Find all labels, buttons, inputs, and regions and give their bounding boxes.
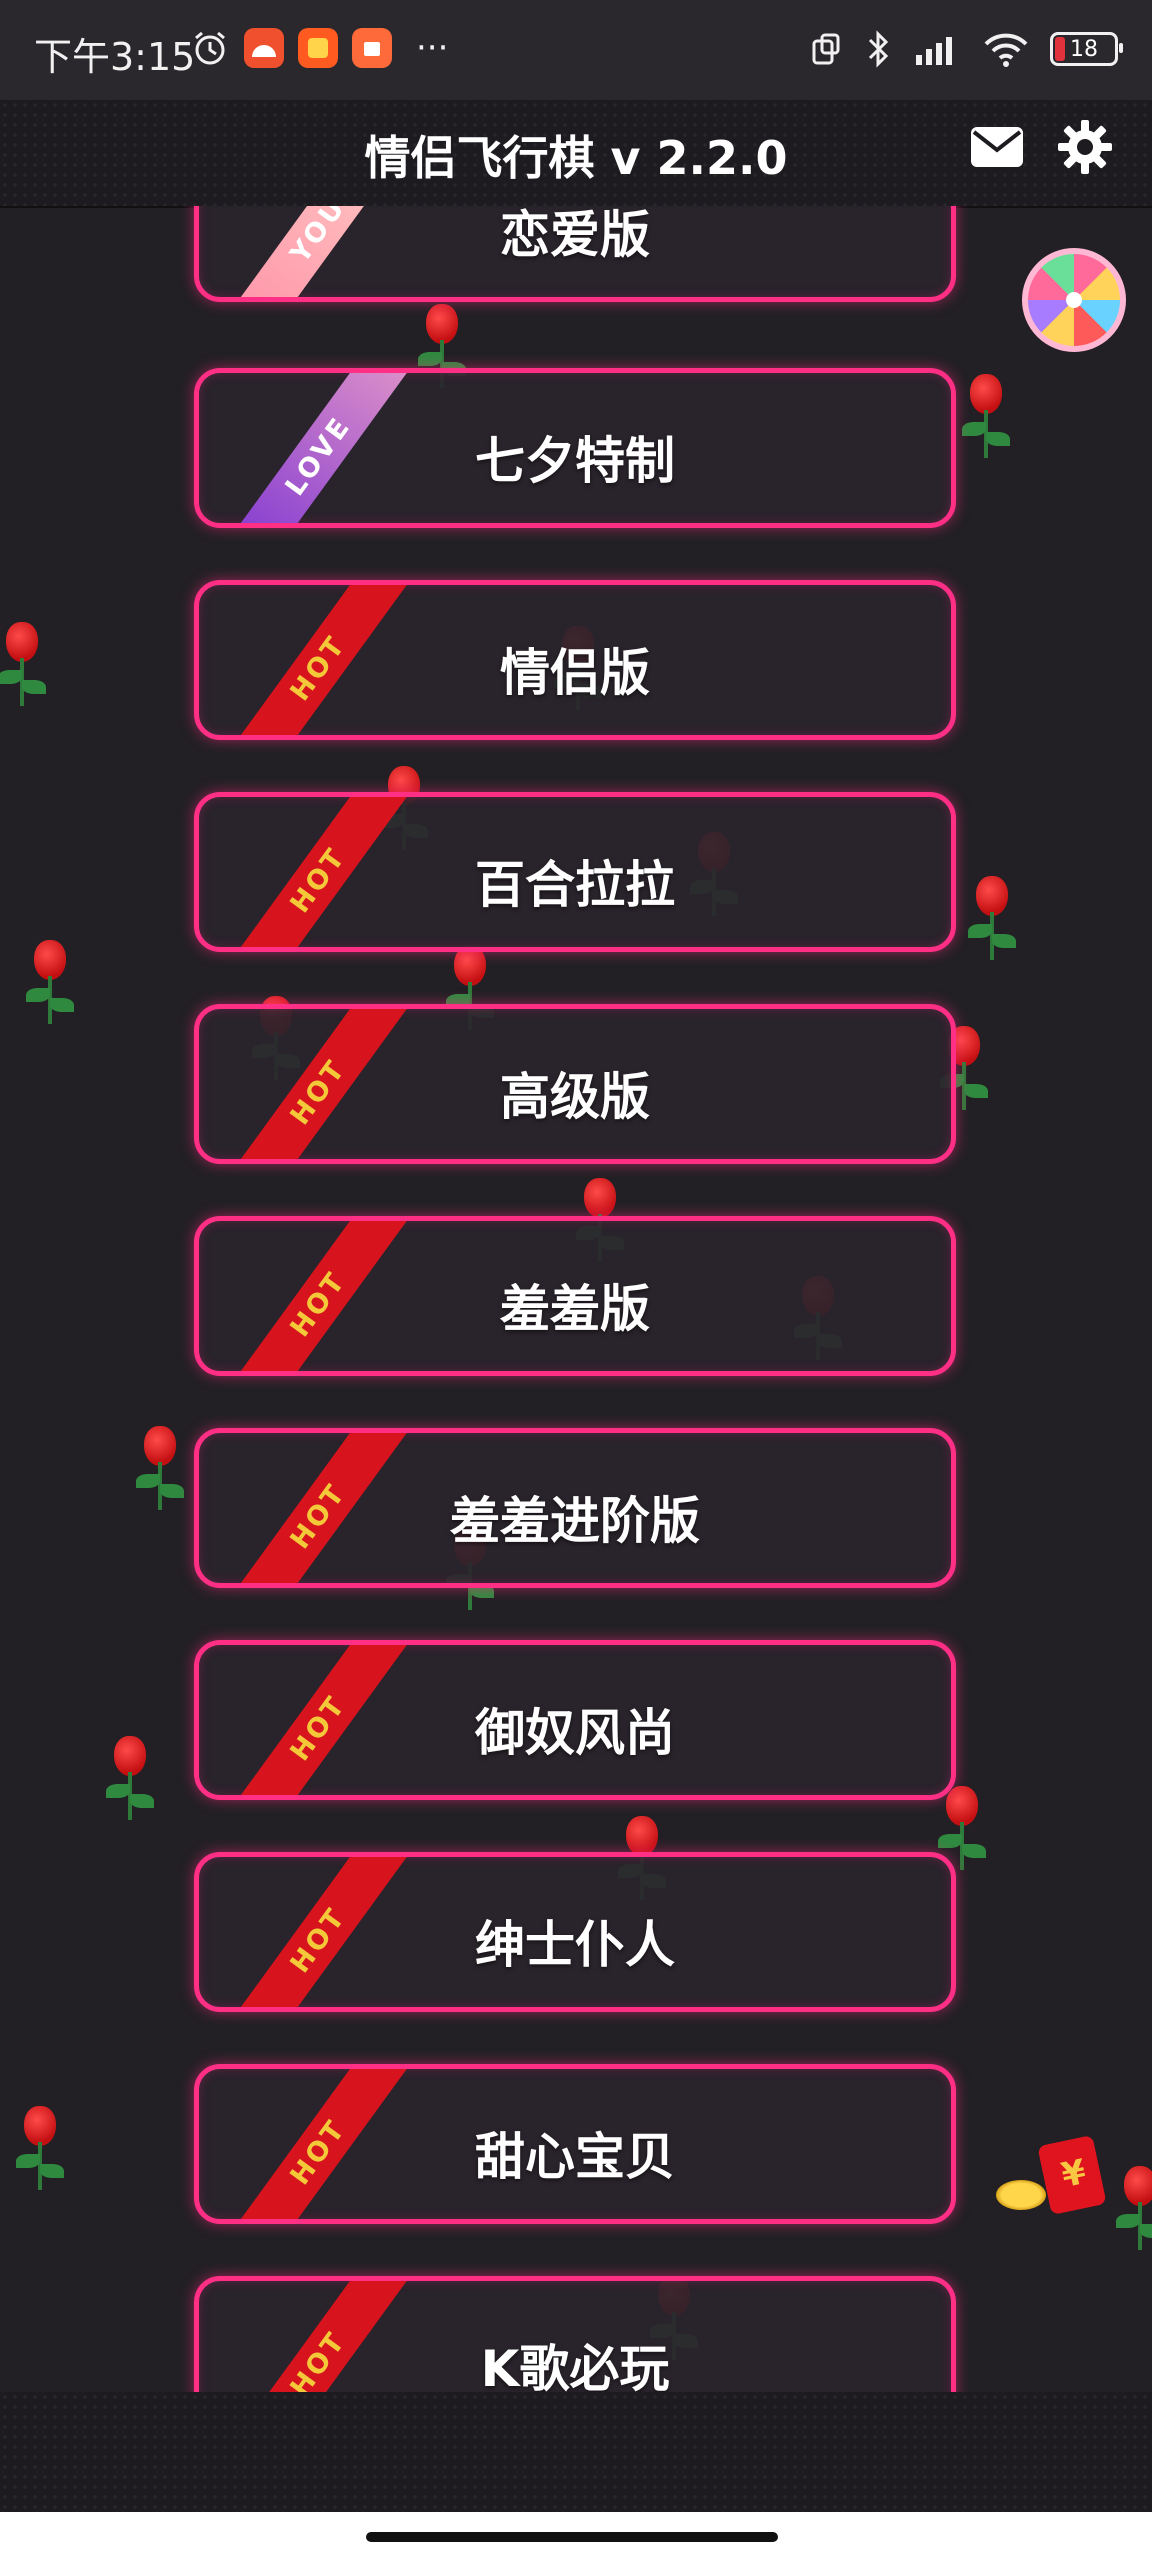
mode-card-qixi[interactable]: LOVE 七夕特制 [194, 368, 956, 528]
mode-card-kge[interactable]: HOT K歌必玩 [194, 2276, 956, 2392]
mode-list[interactable]: YOU 恋爱版 LOVE 七夕特制 HOT 情侣版 HOT 百合拉拉 HOT 高… [0, 206, 1152, 2392]
rose-decoration [956, 374, 1016, 464]
mode-label: 七夕特制 [475, 432, 675, 490]
mode-card-shenshi[interactable]: HOT 绅士仆人 [194, 1852, 956, 2012]
rose-decoration [962, 876, 1022, 966]
app-notification-icon-2 [352, 28, 392, 68]
rose-decoration [1110, 2166, 1152, 2256]
app-notification-icon [244, 28, 284, 68]
mode-label: 百合拉拉 [475, 856, 675, 914]
status-system-icons: 18 [808, 30, 1123, 68]
rose-decoration [0, 622, 52, 712]
mode-card-gaoji[interactable]: HOT 高级版 [194, 1004, 956, 1164]
screen-rotate-icon [812, 33, 840, 65]
mode-card-lianai[interactable]: YOU 恋爱版 [194, 206, 956, 302]
battery-level: 18 [1070, 36, 1098, 62]
mode-label: 羞羞版 [500, 1280, 650, 1338]
rose-decoration [10, 2106, 70, 2196]
red-packet-icon[interactable]: ¥ [990, 2134, 1107, 2220]
mode-label: 高级版 [500, 1068, 650, 1126]
mode-card-yunu[interactable]: HOT 御奴风尚 [194, 1640, 956, 1800]
rose-decoration [20, 940, 80, 1030]
mode-label: 御奴风尚 [475, 1704, 675, 1762]
mode-label: 情侣版 [500, 644, 650, 702]
coins-icon [996, 2180, 1046, 2210]
home-indicator[interactable] [366, 2532, 778, 2542]
mode-label: 甜心宝贝 [475, 2128, 675, 2186]
rose-decoration [100, 1736, 160, 1826]
shopping-app-icon [298, 28, 338, 68]
rose-decoration [130, 1426, 190, 1516]
signal-icon [916, 37, 952, 65]
mode-label: 羞羞进阶版 [450, 1492, 700, 1550]
battery-icon: 18 [1050, 32, 1123, 66]
wifi-icon [984, 33, 1028, 67]
more-notifications-icon: ··· [416, 28, 449, 68]
mode-card-baihe[interactable]: HOT 百合拉拉 [194, 792, 956, 952]
mode-card-qinglv[interactable]: HOT 情侣版 [194, 580, 956, 740]
mode-card-tianxin[interactable]: HOT 甜心宝贝 [194, 2064, 956, 2224]
status-time: 下午3:15 [34, 35, 196, 79]
alarm-icon [195, 31, 225, 65]
mode-card-xiuxiu-advanced[interactable]: HOT 羞羞进阶版 [194, 1428, 956, 1588]
mode-label: 恋爱版 [500, 206, 650, 264]
mode-card-xiuxiu[interactable]: HOT 羞羞版 [194, 1216, 956, 1376]
mode-label: 绅士仆人 [475, 1916, 675, 1974]
mail-icon[interactable] [968, 124, 1026, 170]
bottom-bar [0, 2392, 1152, 2512]
status-bar: 下午3:15 ··· 18 [0, 0, 1152, 100]
status-notification-icons: ··· [190, 28, 448, 68]
lucky-wheel-icon[interactable] [1022, 248, 1126, 352]
bluetooth-icon [868, 30, 889, 68]
app-header: 情侣飞行棋 v 2.2.0 [0, 100, 1152, 208]
mode-label: K歌必玩 [480, 2340, 670, 2392]
gear-icon[interactable] [1056, 118, 1114, 176]
